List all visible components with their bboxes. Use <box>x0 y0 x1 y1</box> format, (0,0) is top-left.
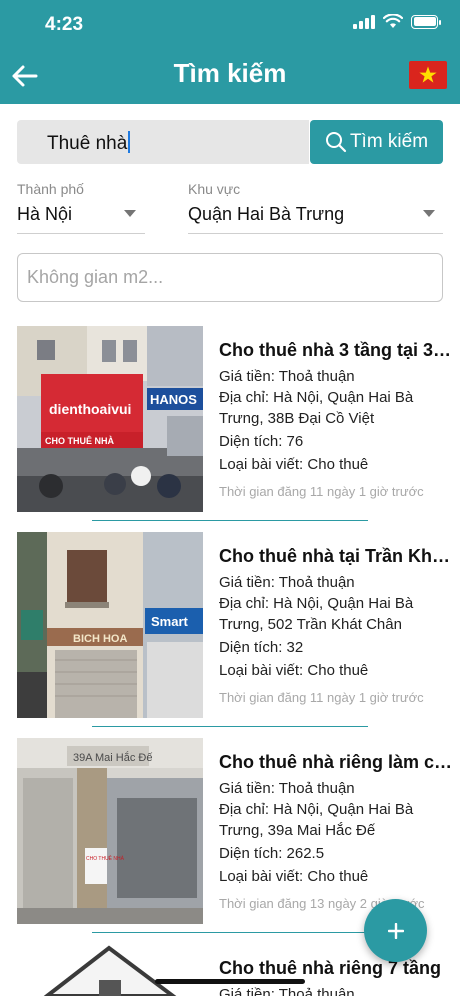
listing-photo-townhouse: BICH HOA Smart <box>17 532 203 718</box>
search-icon <box>325 132 347 153</box>
listing-type: Loại bài viết: Cho thuê <box>219 662 369 679</box>
area-input-placeholder: Không gian m2... <box>27 267 164 287</box>
status-icons <box>353 14 441 29</box>
text-caret <box>128 131 131 153</box>
listing-title[interactable]: Cho thuê nhà tại Trần Khát Chân <box>219 546 459 570</box>
language-flag-button[interactable] <box>409 61 447 89</box>
listing-price: Giá tiền: Thoả thuận <box>219 780 355 797</box>
listing-address-line: Địa chỉ: Hà Nội, Quận Hai Bà <box>219 801 414 818</box>
page-title: Tìm kiếm <box>173 58 287 88</box>
search-input-value: Thuê nhà <box>47 133 128 154</box>
listing-price: Giá tiền: Thoả thuận <box>219 986 355 996</box>
sign-text: 39A Mai Hắc Đế <box>73 751 152 764</box>
listing-item[interactable]: dienthoaivui HANOS CHO THUÊ NHÀ Cho thuê… <box>0 326 460 532</box>
add-listing-button[interactable] <box>364 899 427 962</box>
chevron-down-icon <box>124 210 136 217</box>
listing-title[interactable]: Cho thuê nhà 3 tầng tại 38B Đại Cồ Việt <box>219 340 459 364</box>
listing-type: Loại bài viết: Cho thuê <box>219 868 369 885</box>
home-indicator[interactable] <box>155 979 305 984</box>
vietnam-flag-icon <box>419 66 437 83</box>
listing-type: Loại bài viết: Cho thuê <box>219 456 369 473</box>
city-label: Thành phố <box>17 181 84 197</box>
district-underline <box>188 233 443 234</box>
listing-photo-storefront: dienthoaivui HANOS CHO THUÊ NHÀ <box>17 326 203 512</box>
listing-price: Giá tiền: Thoả thuận <box>219 574 355 591</box>
sign-text: Smart <box>151 614 189 629</box>
listing-photo-empty-shop: 39A Mai Hắc Đế CHO THUÊ NHÀ <box>17 738 203 924</box>
listing-address-line: Địa chỉ: Hà Nội, Quận Hai Bà <box>219 389 414 406</box>
sign-text: CHO THUÊ NHÀ <box>45 435 114 446</box>
app-header: 4:23 Tìm kiếm <box>0 0 460 104</box>
sign-text: dienthoaivui <box>49 401 131 417</box>
listing-area: Diện tích: 76 <box>219 433 304 450</box>
plus-icon <box>387 922 404 939</box>
search-input[interactable]: Thuê nhà <box>17 120 309 164</box>
district-label: Khu vực <box>188 181 241 197</box>
area-input[interactable]: Không gian m2... <box>17 253 443 302</box>
status-time: 4:23 <box>45 14 84 35</box>
sign-text: BICH HOA <box>73 633 127 645</box>
sign-text: CHO THUÊ NHÀ <box>86 854 125 862</box>
listing-divider <box>92 726 368 727</box>
listing-address-line: Địa chỉ: Hà Nội, Quận Hai Bà <box>219 595 414 612</box>
battery-icon <box>411 14 441 29</box>
district-dropdown[interactable]: Quận Hai Bà Trưng <box>188 200 443 234</box>
listing-divider <box>92 520 368 521</box>
listing-address-line: Trưng, 38B Đại Cồ Việt <box>219 410 375 427</box>
wifi-icon <box>383 14 403 28</box>
listing-posted-time: Thời gian đăng 13 ngày 2 giờ trước <box>219 896 425 911</box>
search-button-label: Tìm kiếm <box>349 131 429 152</box>
district-value: Quận Hai Bà Trưng <box>188 204 345 224</box>
chevron-down-icon <box>423 210 435 217</box>
listing-item[interactable]: BICH HOA Smart Cho thuê nhà tại Trần Khá… <box>0 532 460 738</box>
listing-divider <box>92 932 368 933</box>
signal-icon <box>353 14 375 29</box>
listing-price: Giá tiền: Thoả thuận <box>219 368 355 385</box>
city-dropdown[interactable]: Hà Nội <box>17 200 145 234</box>
listing-address-line: Trưng, 39a Mai Hắc Đế <box>219 822 376 839</box>
listing-title[interactable]: Cho thuê nhà riêng làm cửa hàng <box>219 752 459 776</box>
listing-posted-time: Thời gian đăng 11 ngày 1 giờ trước <box>219 690 424 705</box>
city-underline <box>17 233 145 234</box>
city-value: Hà Nội <box>17 204 73 224</box>
listing-address-line: Trưng, 502 Trần Khát Chân <box>219 616 402 633</box>
listing-area: Diện tích: 32 <box>219 639 304 656</box>
search-button[interactable]: Tìm kiếm <box>310 120 443 164</box>
listing-posted-time: Thời gian đăng 11 ngày 1 giờ trước <box>219 484 424 499</box>
sign-text: HANOS <box>150 392 197 407</box>
listing-area: Diện tích: 262.5 <box>219 845 325 862</box>
listing-photo-house <box>17 944 203 996</box>
